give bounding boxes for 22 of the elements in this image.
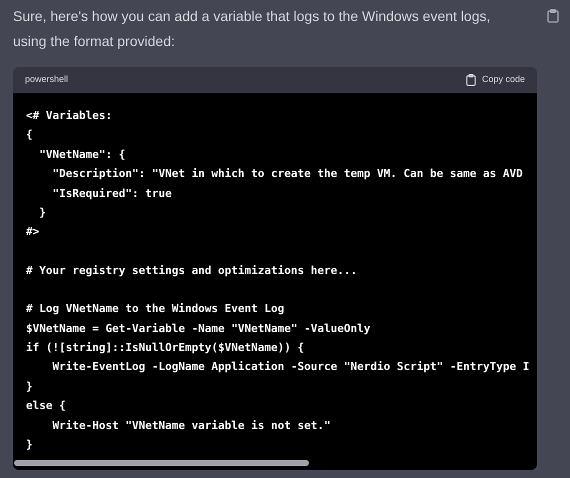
code-line: # Log VNetName to the Windows Event Log	[26, 301, 286, 318]
language-label: powershell	[25, 73, 68, 86]
copy-code-button[interactable]: Copy code	[466, 73, 525, 87]
code-line: #>	[26, 224, 40, 240]
message-text: Sure, here's how you can add a variable that logs to the Windows event logs, using the format provided:	[13, 7, 492, 51]
scrollbar-thumb[interactable]	[14, 460, 309, 466]
code-line: Write-EventLog -LogName Application -Source "Nerdio Script" -EntryType I	[51, 359, 530, 376]
code-line: }	[26, 378, 34, 395]
code-line: Write-Host "VNetName variable is not set."	[51, 418, 332, 434]
clipboard-icon[interactable]	[547, 9, 559, 23]
code-line: }	[38, 205, 47, 222]
code-line: "Description": "VNet in which to create the temp VM. Can be same as AVD	[51, 166, 524, 182]
code-line: else {	[26, 398, 67, 414]
code-line: {	[26, 127, 34, 144]
code-line: "VNetName": {	[38, 146, 126, 163]
clipboard-icon	[466, 74, 476, 86]
code-line: }	[26, 437, 34, 454]
code-line: $VNetName = Get-Variable -Name "VNetName" -ValueOnly	[26, 320, 372, 337]
code-line: # Your registry settings and optimizations here...	[26, 262, 358, 279]
code-line: if (![string]::IsNullOrEmpty($VNetName)) {	[26, 340, 306, 356]
code-line: "IsRequired": true	[51, 186, 173, 202]
code-line: <# Variables:	[26, 108, 114, 124]
